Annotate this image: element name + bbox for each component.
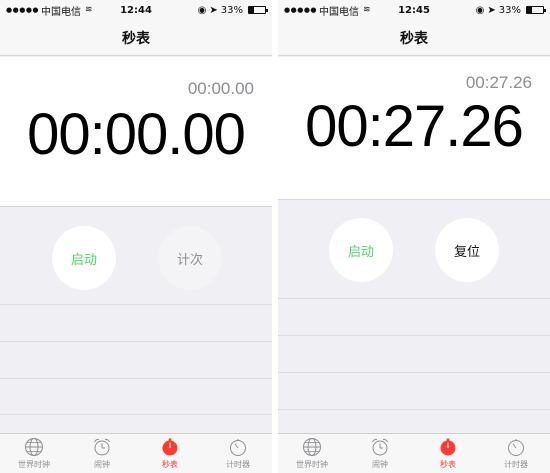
tab-stopwatch[interactable]: 秒表	[140, 437, 200, 470]
stopwatch-icon	[438, 437, 458, 457]
carrier-name: 中国电信	[41, 6, 82, 18]
lap-time-display: 00:27.26	[465, 73, 532, 92]
wifi-icon: ≋	[363, 5, 371, 15]
signal-strength-icon: ●●●●●	[6, 6, 40, 14]
tab-label: 世界时钟	[296, 460, 328, 469]
rotation-lock-icon: ◉	[197, 4, 207, 16]
timer-display-panel: 00:27.26 00:27.26	[278, 57, 550, 200]
status-bar: ●●●●● 中国电信 ≋ 12:44 ◉ ➤ 33%	[0, 0, 272, 20]
globe-icon	[302, 437, 322, 457]
lap-row-separator	[278, 372, 550, 373]
main-time-display: 00:27.26	[305, 94, 524, 159]
tab-alarm[interactable]: 闹钟	[72, 437, 132, 470]
navigation-bar: 秒表	[278, 20, 550, 56]
start-button[interactable]: 启动	[329, 218, 393, 282]
tab-bar: 世界时钟 闹钟 秒表 计时器	[278, 433, 550, 473]
status-time: 12:44	[120, 4, 152, 16]
start-button[interactable]: 启动	[52, 226, 116, 290]
tab-label: 闹钟	[372, 460, 388, 469]
lap-row-separator	[278, 298, 550, 299]
stopwatch-screen-before: ●●●●● 中国电信 ≋ 12:44 ◉ ➤ 33% 秒表 00:00.00 0…	[0, 0, 272, 473]
lap-time-display: 00:00.00	[187, 79, 254, 98]
stopwatch-screen-after: ●●●●● 中国电信 ≋ 12:45 ◉ ➤ 33% 秒表 00:27.26 0…	[278, 0, 550, 473]
battery-icon	[248, 6, 268, 14]
battery-icon	[526, 6, 546, 14]
tab-label: 计时器	[504, 460, 528, 469]
main-time-display: 00:00.00	[27, 102, 246, 167]
battery-percent: 33%	[498, 4, 521, 16]
globe-icon	[24, 437, 44, 457]
tab-world-clock[interactable]: 世界时钟	[282, 437, 342, 470]
lap-row-separator	[0, 304, 272, 305]
tab-label: 计时器	[226, 460, 250, 469]
timer-icon	[228, 437, 248, 457]
control-buttons: 启动 复位	[278, 216, 550, 296]
tab-bar: 世界时钟 闹钟 秒表 计时器	[0, 433, 272, 473]
tab-label: 秒表	[440, 460, 456, 469]
tab-timer[interactable]: 计时器	[208, 437, 268, 470]
battery-percent: 33%	[220, 4, 243, 16]
page-title: 秒表	[400, 30, 428, 47]
lap-row-separator	[0, 414, 272, 415]
tab-stopwatch[interactable]: 秒表	[418, 437, 478, 470]
lap-row-separator	[278, 409, 550, 410]
tab-timer[interactable]: 计时器	[486, 437, 546, 470]
control-buttons: 启动 计次	[0, 222, 272, 302]
stopwatch-icon	[160, 437, 180, 457]
reset-button[interactable]: 复位	[435, 218, 499, 282]
page-title: 秒表	[122, 30, 150, 47]
lap-row-separator	[278, 335, 550, 336]
navigation-bar: 秒表	[0, 20, 272, 56]
alarm-clock-icon	[92, 437, 112, 457]
lap-button[interactable]: 计次	[158, 226, 222, 290]
lap-row-separator	[0, 341, 272, 342]
timer-icon	[506, 437, 526, 457]
location-icon: ➤	[487, 4, 496, 16]
alarm-clock-icon	[370, 437, 390, 457]
tab-label: 世界时钟	[18, 460, 50, 469]
rotation-lock-icon: ◉	[475, 4, 485, 16]
tab-label: 闹钟	[94, 460, 110, 469]
location-icon: ➤	[209, 4, 218, 16]
status-time: 12:45	[398, 4, 430, 16]
tab-alarm[interactable]: 闹钟	[350, 437, 410, 470]
carrier-name: 中国电信	[319, 6, 360, 18]
signal-strength-icon: ●●●●●	[284, 6, 318, 14]
timer-display-panel: 00:00.00 00:00.00	[0, 57, 272, 207]
wifi-icon: ≋	[85, 5, 93, 15]
tab-world-clock[interactable]: 世界时钟	[4, 437, 64, 470]
lap-row-separator	[0, 378, 272, 379]
status-bar: ●●●●● 中国电信 ≋ 12:45 ◉ ➤ 33%	[278, 0, 550, 20]
tab-label: 秒表	[162, 460, 178, 469]
